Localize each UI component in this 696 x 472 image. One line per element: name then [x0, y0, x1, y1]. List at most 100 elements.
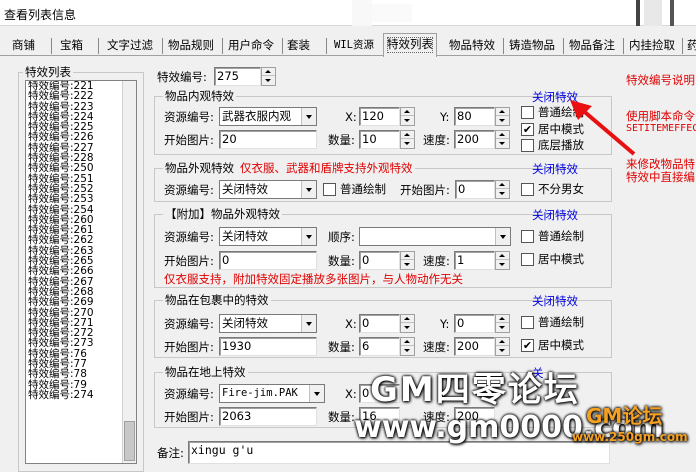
- tab-chest[interactable]: 宝箱: [57, 36, 86, 56]
- inner-x-spinner[interactable]: [400, 107, 415, 126]
- annotation-arrow-icon: [570, 100, 636, 156]
- right-note-effect-id: 特效编号说明: [626, 73, 695, 87]
- tab-user-commands[interactable]: 用户命令: [225, 36, 277, 56]
- inner-start-input[interactable]: 20: [219, 130, 317, 149]
- ground-res-label: 资源编号:: [164, 387, 214, 401]
- attached-start-input[interactable]: 0: [219, 251, 317, 270]
- attached-res-label: 资源编号:: [164, 230, 214, 244]
- attached-close-link[interactable]: 关闭特效: [532, 208, 578, 222]
- attached-order-select[interactable]: [359, 227, 511, 246]
- effect-id-input[interactable]: 275: [214, 67, 261, 86]
- inner-count-input[interactable]: 10: [359, 130, 400, 149]
- outer-effect-note: 仅衣服、武器和盾牌支持外观特效: [240, 161, 413, 175]
- tab-separator: [51, 38, 52, 54]
- tab-item-notes[interactable]: 物品备注: [566, 36, 618, 56]
- inner-effect-title: 物品内观特效: [163, 89, 236, 103]
- tab-separator: [503, 38, 504, 54]
- bag-res-value: 关闭特效: [222, 316, 268, 330]
- bag-count-input[interactable]: 6: [359, 337, 400, 356]
- attached-note: 仅衣服支持，附加特效固定播放多张图片，与人物动作无关: [164, 272, 463, 286]
- outer-res-select[interactable]: 关闭特效: [219, 180, 317, 199]
- watermark-logo-text: GM论坛: [586, 404, 663, 428]
- inner-normal-draw-checkbox[interactable]: [521, 106, 534, 119]
- attached-normal-draw-checkbox[interactable]: [521, 230, 534, 243]
- outer-start-label: 开始图片:: [400, 183, 450, 197]
- attached-center-mode-checkbox[interactable]: [521, 253, 534, 266]
- tab-sets[interactable]: 套装: [284, 36, 313, 56]
- window-title: 查看列表信息: [4, 8, 77, 22]
- attached-res-value: 关闭特效: [222, 229, 268, 243]
- bag-speed-input[interactable]: 200: [454, 337, 495, 356]
- tab-text-filter[interactable]: 文字过滤: [104, 36, 156, 56]
- list-item[interactable]: 特效编号:269: [26, 297, 136, 308]
- attached-speed-spinner[interactable]: [495, 251, 510, 270]
- listbox-scrollbar[interactable]: [122, 81, 136, 463]
- attached-count-label: 数量:: [328, 254, 355, 268]
- bag-y-spinner[interactable]: [495, 314, 510, 333]
- tab-shop[interactable]: 商铺: [9, 36, 38, 56]
- attached-count-spinner[interactable]: [400, 251, 415, 270]
- inner-y-spinner[interactable]: [495, 107, 510, 126]
- tab-forge-items[interactable]: 铸造物品: [506, 36, 558, 56]
- title-decoration: [352, 0, 696, 26]
- tab-separator: [162, 38, 163, 54]
- bag-close-link[interactable]: 关闭特效: [532, 294, 578, 308]
- tab-medicine[interactable]: 药: [684, 36, 696, 56]
- ground-start-input[interactable]: 2063: [219, 407, 317, 426]
- bag-res-select[interactable]: 关闭特效: [219, 314, 317, 333]
- inner-speed-input[interactable]: 200: [454, 130, 495, 149]
- outer-effect-title: 物品外观特效 仅衣服、武器和盾牌支持外观特效: [163, 162, 415, 175]
- outer-effect-title-text: 物品外观特效: [165, 161, 234, 175]
- tab-wil-resources[interactable]: WIL资源: [331, 36, 377, 56]
- outer-normal-draw-checkbox[interactable]: [323, 183, 336, 196]
- bag-count-spinner[interactable]: [400, 337, 415, 356]
- bag-x-spinner[interactable]: [400, 314, 415, 333]
- inner-res-select[interactable]: 武器衣服内观: [219, 107, 317, 126]
- outer-res-label: 资源编号:: [164, 183, 214, 197]
- attached-speed-input[interactable]: 1: [454, 251, 495, 270]
- inner-res-value: 武器衣服内观: [222, 109, 291, 123]
- attached-start-label: 开始图片:: [164, 254, 214, 268]
- inner-y-label: Y:: [440, 110, 450, 124]
- effect-listbox[interactable]: 特效编号:221 特效编号:222 特效编号:223 特效编号:224 特效编号:225…: [25, 80, 137, 464]
- inner-y-input[interactable]: 80: [454, 107, 495, 126]
- outer-start-spinner[interactable]: [495, 180, 510, 199]
- outer-close-link[interactable]: 关闭特效: [532, 162, 578, 176]
- bag-x-label: X:: [345, 317, 357, 331]
- bag-speed-spinner[interactable]: [495, 337, 510, 356]
- ground-res-select[interactable]: Fire-jim.PAK: [219, 384, 325, 403]
- tab-item-effects[interactable]: 物品特效: [446, 36, 498, 56]
- bag-y-label: Y:: [440, 317, 450, 331]
- bag-y-input[interactable]: 0: [454, 314, 495, 333]
- tab-separator: [222, 38, 223, 54]
- tab-effect-list[interactable]: 特效列表: [383, 33, 437, 57]
- bag-center-mode-checkbox[interactable]: ✔: [521, 339, 534, 352]
- tab-auto-pickup[interactable]: 内挂捡取: [626, 36, 678, 56]
- watermark-url-2: www.250gm.com: [572, 430, 688, 444]
- tab-item-rules[interactable]: 物品规则: [165, 36, 217, 56]
- bag-x-input[interactable]: 0: [359, 314, 400, 333]
- bag-effect-title: 物品在包裹中的特效: [163, 293, 271, 307]
- scrollbar-thumb[interactable]: [124, 421, 135, 461]
- attached-count-input[interactable]: 0: [359, 251, 400, 270]
- inner-speed-spinner[interactable]: [495, 130, 510, 149]
- inner-count-label: 数量:: [328, 133, 355, 147]
- bag-normal-draw-checkbox[interactable]: [521, 316, 534, 329]
- effect-id-spinner[interactable]: [261, 67, 276, 86]
- bag-start-input[interactable]: 1930: [219, 337, 317, 356]
- outer-start-input[interactable]: 0: [455, 180, 495, 199]
- bag-start-label: 开始图片:: [164, 340, 214, 354]
- right-note-modify: 来修改物品特: [626, 157, 695, 171]
- ground-x-label: X:: [345, 387, 357, 401]
- outer-gender-checkbox[interactable]: [521, 183, 534, 196]
- inner-count-spinner[interactable]: [400, 130, 415, 149]
- inner-bottom-play-checkbox[interactable]: [521, 139, 534, 152]
- inner-x-input[interactable]: 120: [359, 107, 400, 126]
- inner-center-mode-checkbox[interactable]: ✔: [521, 123, 534, 136]
- attached-res-select[interactable]: 关闭特效: [219, 227, 317, 246]
- right-note-edit: 特效中直接编: [626, 170, 695, 184]
- title-bar: 查看列表信息: [0, 0, 696, 26]
- outer-res-value: 关闭特效: [222, 182, 268, 196]
- remark-label: 备注:: [157, 446, 184, 460]
- list-item[interactable]: 特效编号:274: [26, 390, 136, 401]
